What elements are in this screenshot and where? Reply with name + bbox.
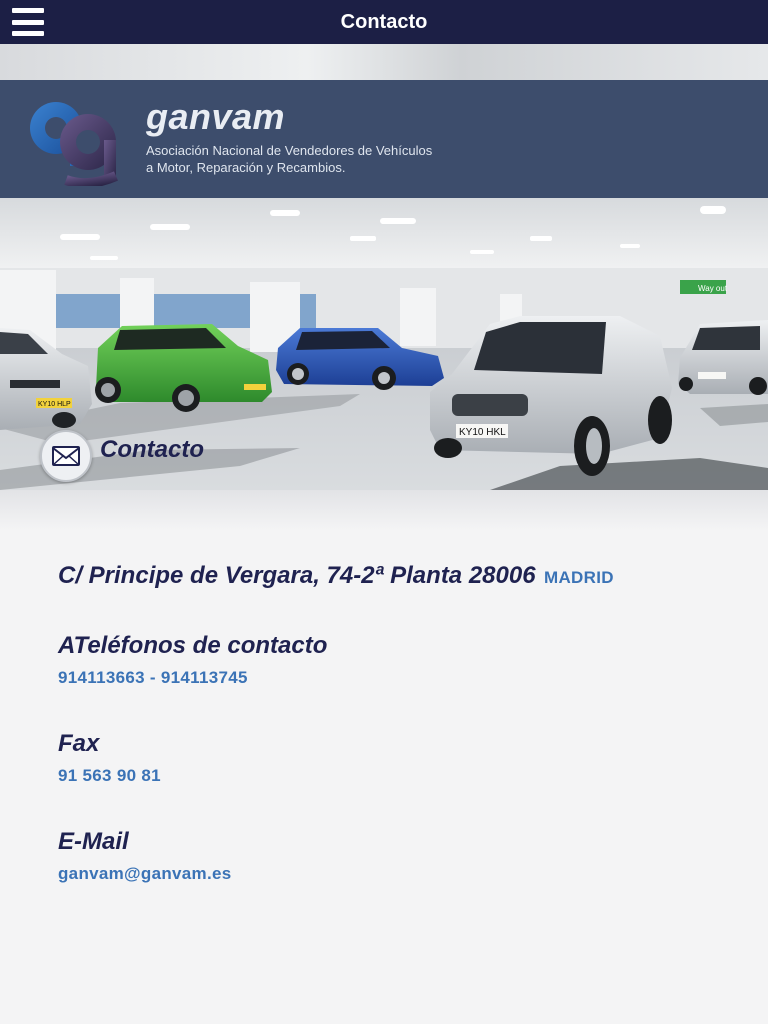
top-bar: Contacto <box>0 0 768 44</box>
logo-band: ganvam Asociación Nacional de Vendedores… <box>0 80 768 198</box>
ganvam-logo-icon <box>30 102 118 186</box>
brand-name: ganvam <box>146 96 286 137</box>
license-plate-text: KY10 HKL <box>459 427 506 438</box>
envelope-icon <box>52 446 80 466</box>
hero-title: Contacto <box>100 436 204 463</box>
page-title: Contacto <box>340 10 428 33</box>
hero-banner: ganvam Asociación Nacional de Vendedores… <box>0 44 768 490</box>
brand-subtitle-line: a Motor, Reparación y Recambios. <box>146 160 346 175</box>
email-link[interactable]: ganvam@ganvam.es <box>58 864 232 884</box>
address-text: C/ Principe de Vergara, 74-2ª Planta 280… <box>58 562 536 589</box>
brand-subtitle-line: Asociación Nacional de Vendedores de Veh… <box>146 143 433 158</box>
hamburger-menu-icon[interactable] <box>12 8 44 36</box>
fax-heading: Fax <box>58 730 100 757</box>
email-section: E-Mail ganvam@ganvam.es <box>58 828 232 884</box>
address-city: MADRID <box>544 568 614 587</box>
section-shadow <box>0 490 768 530</box>
phones-heading: ATeléfonos de contacto <box>58 632 328 659</box>
phones-section: ATeléfonos de contacto 914113663 - 91411… <box>58 632 327 688</box>
brand-subtitle: Asociación Nacional de Vendedores de Veh… <box>146 142 506 176</box>
license-plate-text: KY10 HLP <box>38 401 71 408</box>
fax-section: Fax 91 563 90 81 <box>58 730 161 786</box>
address-section: C/ Principe de Vergara, 74-2ª Planta 280… <box>58 562 614 590</box>
exit-sign-text: Way out <box>698 284 728 293</box>
ceiling-strip <box>0 44 768 80</box>
email-heading: E-Mail <box>58 828 129 855</box>
contact-badge <box>40 430 92 482</box>
fax-value: 91 563 90 81 <box>58 766 161 785</box>
phones-link[interactable]: 914113663 - 914113745 <box>58 668 327 688</box>
